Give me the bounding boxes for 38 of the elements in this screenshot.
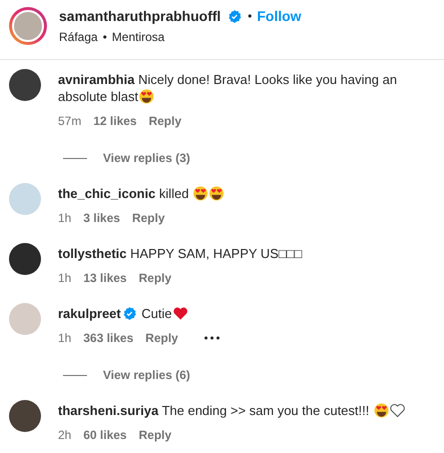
comment-text: rakulpreet Cutie <box>58 305 220 322</box>
comment-text: avnirambhia Nicely done! Brava! Looks like you having an absolute blast <box>58 71 398 105</box>
story-ring-avatar[interactable] <box>9 7 47 45</box>
reply-button[interactable]: Reply <box>132 211 165 225</box>
heart-eyes-emoji-icon <box>139 89 154 104</box>
avatar[interactable] <box>9 243 41 275</box>
comment-time: 2h <box>58 428 72 442</box>
heart-eyes-emoji-icon <box>193 186 208 201</box>
reply-button[interactable]: Reply <box>138 428 172 442</box>
likes-count[interactable]: 12 likes <box>93 114 137 128</box>
likes-count[interactable]: 60 likes <box>83 428 127 442</box>
view-replies-button[interactable]: View replies (6) <box>103 368 190 382</box>
separator-dot: • <box>102 30 107 44</box>
comment-time: 1h <box>58 271 72 285</box>
username[interactable]: samantharuthprabhuoffl <box>59 8 221 24</box>
heart-eyes-emoji-icon <box>374 403 389 418</box>
comment-time: 1h <box>58 211 72 225</box>
audio-label[interactable]: Mentirosa <box>112 30 165 44</box>
reply-button[interactable]: Reply <box>138 271 172 285</box>
likes-count[interactable]: 13 likes <box>83 271 127 285</box>
audio-label[interactable]: Ráfaga <box>59 30 98 44</box>
likes-count[interactable]: 363 likes <box>83 331 134 345</box>
heart-icon <box>172 306 188 321</box>
view-replies-button[interactable]: View replies (3) <box>103 151 190 165</box>
heart-eyes-emoji-icon <box>209 186 224 201</box>
likes-count[interactable]: 3 likes <box>83 211 120 225</box>
avatar[interactable] <box>9 400 41 432</box>
follow-button[interactable]: Follow <box>256 8 302 24</box>
separator-dot: • <box>248 9 252 23</box>
comment-time: 1h <box>58 331 72 345</box>
reply-button[interactable]: Reply <box>148 114 182 128</box>
comment-text: the_chic_iconic killed <box>58 185 224 202</box>
avatar[interactable] <box>9 69 41 101</box>
comment-text: tollysthetic HAPPY SAM, HAPPY US□□□ <box>58 245 302 262</box>
reply-button[interactable]: Reply <box>145 331 178 345</box>
comment-text: tharsheni.suriya The ending >> sam you the cutest!!! <box>58 402 405 419</box>
comment-time: 57m <box>58 114 82 128</box>
heart-outline-icon <box>390 403 405 418</box>
